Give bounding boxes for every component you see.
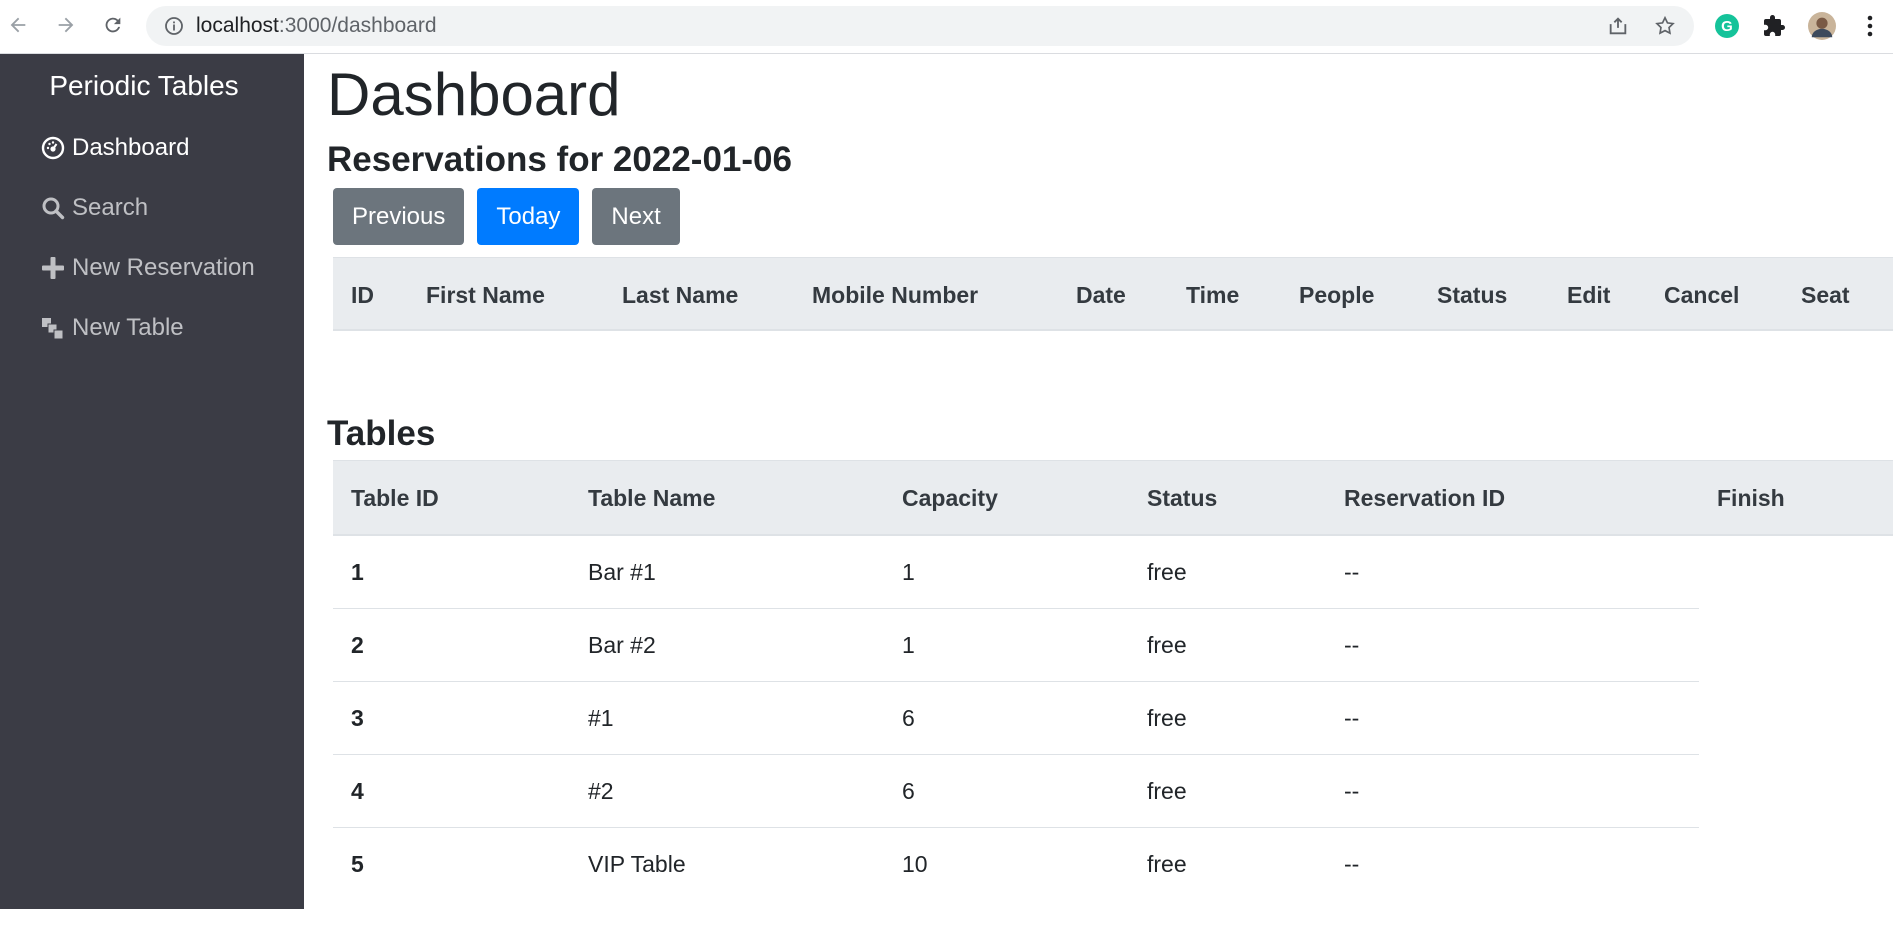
table-name: VIP Table bbox=[588, 851, 686, 877]
sidebar-item-label: Search bbox=[72, 194, 149, 221]
tables-heading: Tables bbox=[327, 414, 436, 453]
reservations-date-heading: Reservations for 2022-01-06 bbox=[327, 140, 792, 179]
today-button[interactable]: Today bbox=[477, 188, 580, 245]
column-header: Edit bbox=[1567, 282, 1611, 308]
back-icon[interactable] bbox=[4, 11, 32, 39]
table-capacity: 1 bbox=[902, 559, 915, 585]
reload-icon[interactable] bbox=[99, 11, 127, 39]
column-header: Finish bbox=[1717, 485, 1785, 511]
table-capacity: 6 bbox=[902, 778, 915, 804]
svg-text:G: G bbox=[1721, 18, 1733, 35]
table-reservation-id: -- bbox=[1344, 632, 1360, 658]
table-name: Bar #1 bbox=[588, 559, 656, 585]
column-header: Mobile Number bbox=[812, 282, 979, 308]
table-row: 2 Bar #2 1 free -- bbox=[333, 609, 1699, 682]
main-content: Dashboard Reservations for 2022-01-06 Pr… bbox=[304, 54, 1893, 931]
column-header: Table ID bbox=[351, 485, 439, 511]
table-id: 3 bbox=[351, 705, 364, 731]
column-header: Reservation ID bbox=[1344, 485, 1506, 511]
next-button[interactable]: Next bbox=[592, 188, 680, 245]
column-header: Last Name bbox=[622, 282, 739, 308]
table-row: 3 #1 6 free -- bbox=[333, 682, 1699, 755]
table-status: free bbox=[1147, 851, 1187, 877]
column-header: Status bbox=[1147, 485, 1218, 511]
sidebar-item-label: Dashboard bbox=[72, 134, 190, 161]
sidebar-item-search[interactable]: Search bbox=[40, 190, 148, 226]
column-header: Capacity bbox=[902, 485, 998, 511]
bookmark-star-icon[interactable] bbox=[1653, 14, 1677, 38]
share-icon[interactable] bbox=[1606, 14, 1630, 38]
column-header: Table Name bbox=[588, 485, 716, 511]
table-row: 5 VIP Table 10 free -- bbox=[333, 828, 1699, 901]
table-name: Bar #2 bbox=[588, 632, 656, 658]
column-header: Date bbox=[1076, 282, 1126, 308]
plus-icon bbox=[40, 255, 66, 281]
table-id: 2 bbox=[351, 632, 364, 658]
sidebar-item-dashboard[interactable]: Dashboard bbox=[40, 130, 189, 166]
table-reservation-id: -- bbox=[1344, 559, 1360, 585]
table-id: 5 bbox=[351, 851, 364, 877]
column-header: First Name bbox=[426, 282, 545, 308]
table-reservation-id: -- bbox=[1344, 851, 1360, 877]
forward-icon[interactable] bbox=[52, 11, 80, 39]
table-name: #2 bbox=[588, 778, 614, 804]
layers-icon bbox=[40, 315, 66, 341]
table-capacity: 1 bbox=[902, 632, 915, 658]
sidebar-item-label: New Table bbox=[72, 314, 184, 341]
reservations-table-header: ID First Name Last Name Mobile Number Da… bbox=[333, 257, 1893, 331]
search-icon bbox=[40, 195, 66, 221]
profile-avatar[interactable] bbox=[1808, 12, 1836, 40]
url-text: localhost:3000/dashboard bbox=[196, 14, 437, 37]
table-row: 4 #2 6 free -- bbox=[333, 755, 1699, 828]
table-id: 1 bbox=[351, 559, 364, 585]
table-status: free bbox=[1147, 559, 1187, 585]
dashboard-icon bbox=[40, 135, 66, 161]
sidebar-item-new-table[interactable]: New Table bbox=[40, 310, 184, 346]
browser-toolbar: localhost:3000/dashboard G bbox=[0, 0, 1893, 54]
table-status: free bbox=[1147, 778, 1187, 804]
column-header: Seat bbox=[1801, 282, 1850, 308]
previous-button[interactable]: Previous bbox=[333, 188, 465, 245]
sidebar-item-label: New Reservation bbox=[72, 254, 255, 281]
table-row: 1 Bar #1 1 free -- bbox=[333, 536, 1699, 609]
tables-table-header: Table ID Table Name Capacity Status Rese… bbox=[333, 460, 1893, 536]
table-capacity: 6 bbox=[902, 705, 915, 731]
extensions-puzzle-icon[interactable] bbox=[1760, 12, 1788, 40]
sidebar: Periodic Tables Dashboard Search New Res… bbox=[0, 54, 304, 909]
table-name: #1 bbox=[588, 705, 614, 731]
grammarly-icon[interactable]: G bbox=[1713, 12, 1741, 40]
table-id: 4 bbox=[351, 778, 364, 804]
sidebar-item-new-reservation[interactable]: New Reservation bbox=[40, 250, 255, 286]
column-header: Status bbox=[1437, 282, 1508, 308]
browser-menu-icon[interactable] bbox=[1856, 12, 1884, 40]
address-bar[interactable]: localhost:3000/dashboard bbox=[146, 6, 1694, 46]
column-header: Time bbox=[1186, 282, 1240, 308]
table-capacity: 10 bbox=[902, 851, 928, 877]
column-header: ID bbox=[351, 282, 374, 308]
table-status: free bbox=[1147, 705, 1187, 731]
site-info-icon[interactable] bbox=[164, 16, 184, 36]
date-navigation: Previous Today Next bbox=[333, 188, 693, 245]
app-brand[interactable]: Periodic Tables bbox=[0, 70, 288, 102]
column-header: People bbox=[1299, 282, 1375, 308]
table-status: free bbox=[1147, 632, 1187, 658]
table-reservation-id: -- bbox=[1344, 778, 1360, 804]
column-header: Cancel bbox=[1664, 282, 1740, 308]
page-title: Dashboard bbox=[327, 61, 621, 128]
table-reservation-id: -- bbox=[1344, 705, 1360, 731]
